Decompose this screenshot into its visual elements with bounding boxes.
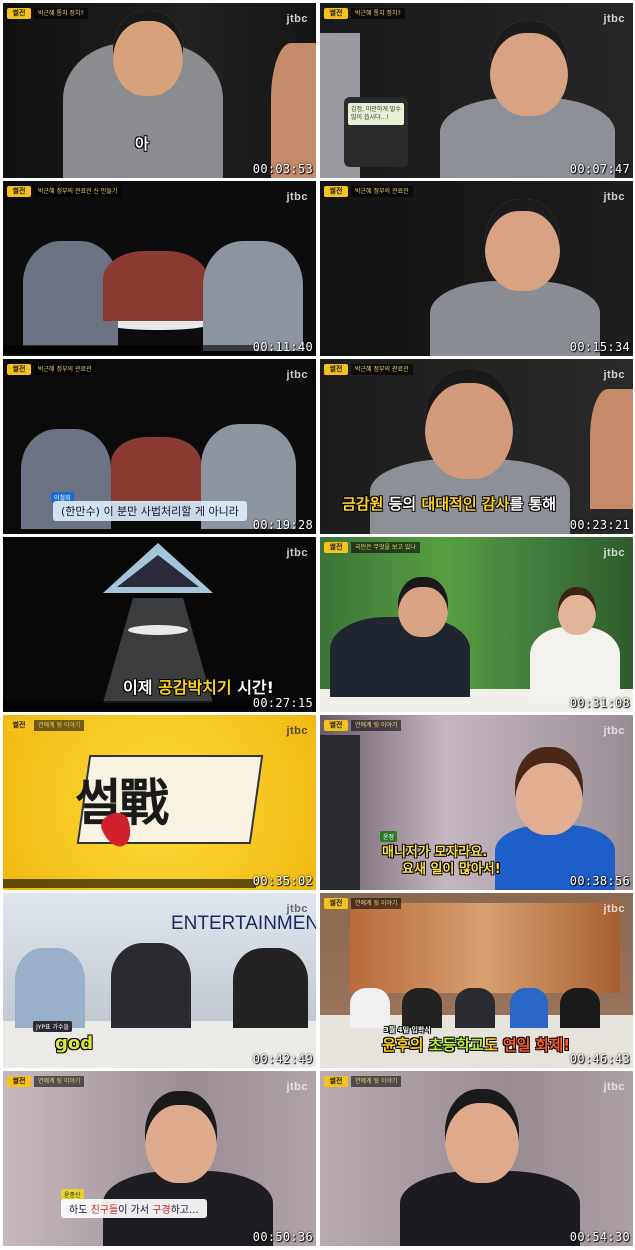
show-badge: 썰전 <box>324 720 348 731</box>
channel-logo: jtbc <box>603 13 625 25</box>
channel-logo: jtbc <box>603 369 625 381</box>
channel-logo: jtbc <box>603 191 625 203</box>
show-badge: 썰전 <box>324 186 348 197</box>
headline-bar: 연예계 뒷 이야기 <box>351 720 402 731</box>
host-head <box>113 11 183 96</box>
caption-big: god <box>55 1033 94 1054</box>
thumbnail-9[interactable]: 썰戰 썰전 연예계 뒷 이야기 jtbc 00:35:02 <box>3 715 316 890</box>
channel-logo: jtbc <box>286 191 308 203</box>
timestamp: 00:54:30 <box>569 1230 630 1244</box>
channel-logo: jtbc <box>603 725 625 737</box>
caption-tag: JYP표 가수들 <box>33 1021 73 1032</box>
subtitle: (한만수) 이 분만 사법처리할 게 아니라 <box>53 501 247 521</box>
channel-logo: jtbc <box>286 547 308 559</box>
thumbnail-3[interactable]: 썰전 박근혜 정부의 관료관 신 만들기 jtbc 00:11:40 <box>3 181 316 356</box>
timestamp: 00:07:47 <box>569 162 630 176</box>
thumbnail-6[interactable]: 금감원 등의 대대적인 감사를 통해 썰전 박근혜 정부의 관료관 jtbc 0… <box>320 359 633 534</box>
show-badge: 썰전 <box>324 1076 348 1087</box>
thumbnail-13[interactable]: 윤종신 하도 친구들이 가서 구경하고... 썰전 연예계 뒷 이야기 jtbc… <box>3 1071 316 1246</box>
caption: 윤후의 초등학교도 연일 화제! <box>382 1036 571 1054</box>
show-badge: 썰전 <box>7 364 31 375</box>
timestamp: 00:11:40 <box>252 340 313 354</box>
headline-bar: 박근혜 통치 정치? <box>351 8 405 19</box>
news-ticker <box>3 345 256 354</box>
headline-bar: 박근혜 정부의 관료관 신 만들기 <box>34 186 122 197</box>
news-ticker <box>3 701 256 710</box>
headline-bar: 연예계 뒷 이야기 <box>34 720 85 731</box>
show-badge: 썰전 <box>7 186 31 197</box>
caption: 아 <box>135 135 149 153</box>
timestamp: 00:15:34 <box>569 340 630 354</box>
timestamp: 00:27:15 <box>252 696 313 710</box>
channel-logo: jtbc <box>286 369 308 381</box>
phone-screen: 김정, 미안하게 말수 많이 씁시다...! <box>344 97 408 167</box>
thumbnail-12[interactable]: 3월 4일 입학식 윤후의 초등학교도 연일 화제! 썰전 연예계 뒷 이야기 … <box>320 893 633 1068</box>
headline-bar: 박근혜 정부의 관료관 <box>351 186 413 197</box>
thumbnail-7[interactable]: 이제 공감박치기 시간! jtbc 00:27:15 <box>3 537 316 712</box>
thumbnail-11[interactable]: ENTERTAINMENT JYP표 가수들 god jtbc 00:42:49 <box>3 893 316 1068</box>
backdrop-sign: ENTERTAINMENT <box>171 913 316 934</box>
timestamp: 00:38:56 <box>569 874 630 888</box>
channel-logo: jtbc <box>286 1081 308 1093</box>
timestamp: 00:19:28 <box>252 518 313 532</box>
show-badge: 썰전 <box>324 898 348 909</box>
show-badge: 썰전 <box>7 1076 31 1087</box>
headline-bar: 연예계 뒷 이야기 <box>351 1076 402 1087</box>
channel-logo: jtbc <box>603 547 625 559</box>
show-badge: 썰전 <box>324 8 348 19</box>
channel-logo: jtbc <box>603 1081 625 1093</box>
caption-line-2: 요새 일이 많아서! <box>402 862 501 877</box>
timestamp: 00:35:02 <box>252 874 313 888</box>
show-badge: 썰전 <box>324 542 348 553</box>
headline-bar: 박근혜 정부의 관료관 <box>34 364 96 375</box>
thumbnail-1[interactable]: 썰전 박근혜 통치 정치? jtbc 아 00:03:53 <box>3 3 316 178</box>
headline-bar: 박근혜 정부의 관료관 <box>351 364 413 375</box>
timestamp: 00:42:49 <box>252 1052 313 1066</box>
photo-inset <box>350 903 620 993</box>
show-badge: 썰전 <box>7 720 31 731</box>
subtitle: 하도 친구들이 가서 구경하고... <box>61 1199 207 1218</box>
timestamp: 00:50:36 <box>252 1230 313 1244</box>
guest-head <box>490 21 568 116</box>
news-ticker <box>3 879 256 888</box>
thumbnail-grid: 썰전 박근혜 통치 정치? jtbc 아 00:03:53 김정, 미안하게 말… <box>0 0 635 1250</box>
channel-logo: jtbc <box>286 13 308 25</box>
phone-message: 김정, 미안하게 말수 많이 씁시다...! <box>348 103 404 125</box>
timestamp: 00:03:53 <box>252 162 313 176</box>
timestamp: 00:46:43 <box>569 1052 630 1066</box>
thumbnail-4[interactable]: 썰전 박근혜 정부의 관료관 jtbc 00:15:34 <box>320 181 633 356</box>
thumbnail-14[interactable]: 썰전 연예계 뒷 이야기 jtbc 00:54:30 <box>320 1071 633 1246</box>
headline-bar: 박근혜 통치 정치? <box>34 8 88 19</box>
thumbnail-5[interactable]: 이철희 (한만수) 이 분만 사법처리할 게 아니라 썰전 박근혜 정부의 관료… <box>3 359 316 534</box>
thumbnail-2[interactable]: 김정, 미안하게 말수 많이 씁시다...! 썰전 박근혜 통치 정치? jtb… <box>320 3 633 178</box>
timestamp: 00:31:08 <box>569 696 630 710</box>
channel-logo: jtbc <box>286 903 308 915</box>
thumbnail-10[interactable]: 윤정 매니저가 모자라요. 요새 일이 많아서! 썰전 연예계 뒷 이야기 jt… <box>320 715 633 890</box>
thumbnail-8[interactable]: 썰전 국민은 무엇을 보고 있나 jtbc 00:31:08 <box>320 537 633 712</box>
caption: 이제 공감박치기 시간! <box>123 678 274 697</box>
headline-bar: 연예계 뒷 이야기 <box>351 898 402 909</box>
show-badge: 썰전 <box>324 364 348 375</box>
channel-logo: jtbc <box>603 903 625 915</box>
headline-bar: 연예계 뒷 이야기 <box>34 1076 85 1087</box>
subtitle: 금감원 등의 대대적인 감사를 통해 <box>342 495 557 513</box>
timestamp: 00:23:21 <box>569 518 630 532</box>
show-badge: 썰전 <box>7 8 31 19</box>
headline-bar: 국민은 무엇을 보고 있나 <box>351 542 420 553</box>
channel-logo: jtbc <box>286 725 308 737</box>
